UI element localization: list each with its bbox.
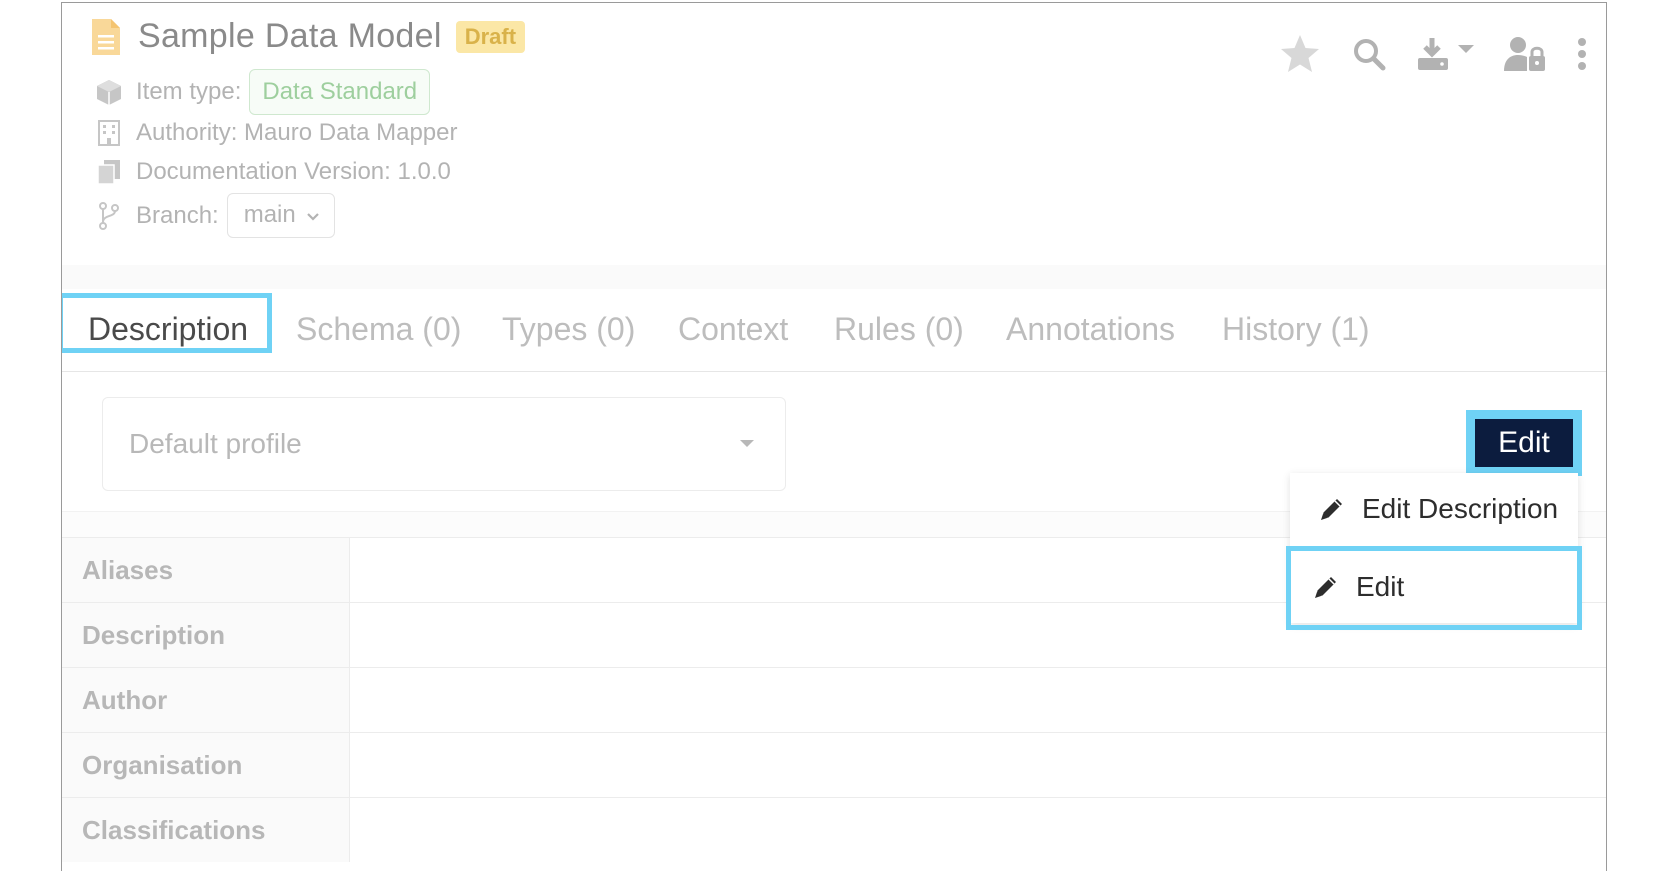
user-lock-icon[interactable] (1504, 36, 1546, 72)
branch-select[interactable]: main (226, 193, 335, 238)
branch-row: Branch: main (92, 193, 335, 238)
caret-down-icon (739, 436, 755, 454)
branch-value: main (243, 201, 296, 228)
edit-button-highlight: Edit (1466, 410, 1582, 476)
menu-item-highlight (1286, 546, 1582, 630)
tab-types[interactable]: Types (0) (502, 311, 635, 348)
code-branch-icon (92, 201, 126, 231)
edit-button[interactable]: Edit (1475, 419, 1573, 467)
property-key: Author (62, 668, 350, 732)
building-icon (92, 118, 126, 148)
item-type-label: Item type: (136, 78, 242, 105)
profile-select[interactable]: Default profile (102, 397, 786, 491)
property-key: Organisation (62, 733, 350, 797)
property-key: Classifications (62, 798, 350, 862)
property-key: Description (62, 603, 350, 667)
header-divider (62, 265, 1606, 289)
tab-history[interactable]: History (1) (1222, 311, 1370, 348)
table-row: Organisation (62, 732, 1606, 797)
pencil-icon (1318, 495, 1346, 523)
title-row: Sample Data Model Draft (92, 17, 526, 56)
branch-label: Branch: (136, 201, 219, 229)
chevron-down-icon (306, 201, 320, 229)
profile-select-value: Default profile (129, 428, 302, 459)
table-row: Classifications (62, 797, 1606, 862)
search-icon[interactable] (1352, 37, 1386, 71)
star-icon[interactable] (1278, 33, 1322, 75)
menu-item-edit-description[interactable]: Edit Description (1290, 473, 1578, 545)
tab-description[interactable]: Description (88, 311, 248, 348)
documentation-version-text: Documentation Version: 1.0.0 (136, 158, 451, 185)
documentation-version-row: Documentation Version: 1.0.0 (92, 157, 451, 187)
file-icon (92, 18, 120, 55)
copy-icon (92, 157, 126, 187)
tab-bar: Description Schema (0) Types (0) Context… (62, 289, 1606, 372)
data-model-panel: Sample Data Model Draft Item type: Data … (61, 2, 1607, 871)
menu-item-label: Edit Description (1362, 493, 1559, 524)
tab-context[interactable]: Context (678, 311, 788, 348)
page-title: Sample Data Model (138, 17, 442, 55)
more-vertical-icon[interactable] (1576, 37, 1588, 71)
tab-schema[interactable]: Schema (0) (296, 311, 461, 348)
toolbar (1278, 33, 1588, 75)
tab-rules[interactable]: Rules (0) (834, 311, 964, 348)
table-row: Author (62, 667, 1606, 732)
cube-icon (92, 77, 126, 107)
item-type-chip: Data Standard (249, 69, 431, 115)
authority-row: Authority: Mauro Data Mapper (92, 118, 457, 148)
authority-text: Authority: Mauro Data Mapper (136, 119, 458, 146)
download-icon[interactable] (1416, 36, 1474, 72)
property-key: Aliases (62, 538, 350, 602)
tab-annotations[interactable]: Annotations (1006, 311, 1175, 348)
item-type-row: Item type: Data Standard (92, 69, 431, 115)
status-badge: Draft (455, 20, 526, 53)
